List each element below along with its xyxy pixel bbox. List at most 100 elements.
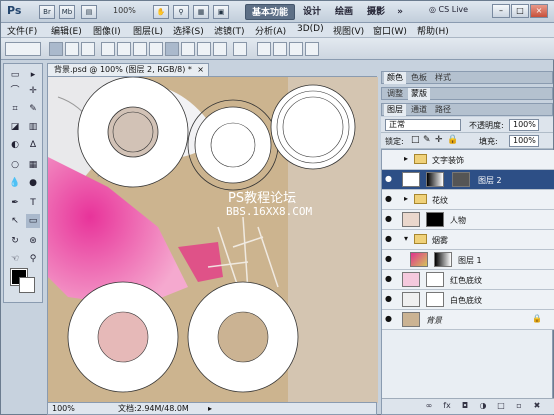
shape-tool-icon[interactable]: ▭	[26, 214, 40, 228]
adjustment-icon[interactable]: ◑	[476, 401, 490, 413]
visibility-eye-icon[interactable]: ●	[385, 175, 394, 183]
expand-icon[interactable]: ▸	[404, 194, 408, 203]
quick-select-tool-icon[interactable]: ✛	[26, 84, 40, 98]
layer-row-white-pattern[interactable]: ● 白色底纹	[382, 290, 554, 310]
path-select-tool-icon[interactable]: ↖	[8, 214, 22, 228]
eyedropper-tool-icon[interactable]: ✎	[26, 102, 40, 116]
document-tab[interactable]: 背景.psd @ 100% (图层 2, RGB/8) * ×	[47, 63, 209, 76]
new-layer-icon[interactable]: ▫	[512, 401, 526, 413]
fill-pixels-icon[interactable]	[81, 42, 95, 56]
extras-icon[interactable]: ▤	[81, 5, 97, 19]
tab-channels[interactable]: 通道	[408, 104, 430, 116]
close-button[interactable]: ×	[530, 4, 548, 18]
tool-preset-picker[interactable]	[5, 42, 41, 56]
rectangle-icon[interactable]	[133, 42, 147, 56]
3d-rotate-tool-icon[interactable]: ↻	[8, 234, 22, 248]
minibridge-button[interactable]: Mb	[59, 5, 75, 19]
dodge-tool-icon[interactable]: ●	[26, 176, 40, 190]
menu-select[interactable]: 选择(S)	[173, 24, 204, 37]
eraser-tool-icon[interactable]: ○	[8, 158, 22, 172]
cs-live-button[interactable]: ◎ CS Live	[429, 5, 468, 14]
status-arrow-icon[interactable]: ▸	[208, 403, 212, 415]
layer-row-layer2[interactable]: ● 图层 2	[382, 170, 554, 190]
workspace-essentials[interactable]: 基本功能	[245, 4, 295, 20]
paths-icon[interactable]	[65, 42, 79, 56]
history-brush-tool-icon[interactable]: ∆	[26, 138, 40, 152]
link-icon[interactable]: ∞	[422, 401, 436, 413]
lock-transparency-icon[interactable]: □	[411, 135, 420, 145]
custom-shape-icon[interactable]	[213, 42, 227, 56]
blend-mode-select[interactable]: 正常	[385, 119, 461, 131]
layer-row-background[interactable]: ● 背景 🔒	[382, 310, 554, 330]
bridge-button[interactable]: Br	[39, 5, 55, 19]
hand-icon[interactable]: ✋	[153, 5, 169, 19]
tab-paths[interactable]: 路径	[432, 104, 454, 116]
freeform-pen-icon[interactable]	[117, 42, 131, 56]
exclude-area-icon[interactable]	[305, 42, 319, 56]
expand-icon[interactable]: ▸	[404, 154, 408, 163]
geometry-options-icon[interactable]	[233, 42, 247, 56]
tab-adjustments[interactable]: 调整	[384, 88, 406, 100]
intersect-area-icon[interactable]	[289, 42, 303, 56]
move-tool-icon[interactable]: ▸	[26, 68, 40, 82]
3d-orbit-tool-icon[interactable]: ⊛	[26, 234, 40, 248]
tab-color[interactable]: 颜色	[384, 72, 406, 84]
menu-image[interactable]: 图像(I)	[93, 24, 121, 37]
trash-icon[interactable]: ✖	[530, 401, 544, 413]
zoom-icon[interactable]: ⚲	[173, 5, 189, 19]
collapse-icon[interactable]: ▾	[404, 234, 408, 243]
visibility-eye-icon[interactable]: ●	[385, 215, 394, 223]
add-to-area-icon[interactable]	[257, 42, 271, 56]
visibility-eye-icon[interactable]: ●	[385, 295, 394, 303]
fx-icon[interactable]: fx	[440, 401, 454, 413]
tab-styles[interactable]: 样式	[432, 72, 454, 84]
rounded-rect-icon[interactable]	[149, 42, 163, 56]
arrange-icon[interactable]: ▦	[193, 5, 209, 19]
background-color-swatch[interactable]	[19, 277, 35, 293]
menu-window[interactable]: 窗口(W)	[373, 24, 407, 37]
pen-tool-icon[interactable]: ✒	[8, 196, 22, 210]
layer-row-pattern[interactable]: ● ▸ 花纹	[382, 190, 554, 210]
clone-stamp-tool-icon[interactable]: ◐	[8, 138, 22, 152]
menu-file[interactable]: 文件(F)	[7, 24, 37, 37]
tab-layers[interactable]: 图层	[384, 104, 406, 116]
layer-row-text-deco[interactable]: ▸ 文字装饰	[382, 150, 554, 170]
gradient-tool-icon[interactable]: ▦	[26, 158, 40, 172]
visibility-eye-icon[interactable]: ●	[385, 255, 394, 263]
layer-row-smoke[interactable]: ● ▾ 烟雾	[382, 230, 554, 250]
zoom-dropdown[interactable]: 100%	[113, 6, 136, 15]
minimize-button[interactable]: –	[492, 4, 510, 18]
visibility-eye-icon[interactable]: ●	[385, 275, 394, 283]
type-tool-icon[interactable]: T	[26, 196, 40, 210]
screen-mode-icon[interactable]: ▣	[213, 5, 229, 19]
close-tab-icon[interactable]: ×	[197, 64, 204, 76]
lasso-tool-icon[interactable]: ⌒	[8, 84, 22, 98]
healing-tool-icon[interactable]: ◪	[8, 120, 22, 134]
menu-3d[interactable]: 3D(D)	[297, 24, 324, 34]
tab-masks[interactable]: 蒙版	[408, 88, 430, 100]
zoom-tool-icon[interactable]: ⚲	[26, 252, 40, 266]
tab-swatches[interactable]: 色板	[408, 72, 430, 84]
menu-view[interactable]: 视图(V)	[333, 24, 364, 37]
menu-analysis[interactable]: 分析(A)	[255, 24, 286, 37]
menu-filter[interactable]: 滤镜(T)	[214, 24, 245, 37]
hand-tool-icon[interactable]: ☜	[8, 252, 22, 266]
layer-row-layer1[interactable]: ● 图层 1	[382, 250, 554, 270]
layer-row-person[interactable]: ● 人物	[382, 210, 554, 230]
maximize-button[interactable]: □	[511, 4, 529, 18]
visibility-eye-icon[interactable]: ●	[385, 235, 394, 243]
menu-edit[interactable]: 编辑(E)	[51, 24, 82, 37]
brush-tool-icon[interactable]: ▥	[26, 120, 40, 134]
lock-image-icon[interactable]: ✎	[423, 135, 431, 145]
menu-layer[interactable]: 图层(L)	[133, 24, 163, 37]
mask-icon[interactable]: ◘	[458, 401, 472, 413]
fill-input[interactable]: 100%	[509, 135, 539, 147]
line-icon[interactable]	[197, 42, 211, 56]
menu-help[interactable]: 帮助(H)	[417, 24, 449, 37]
shape-layers-icon[interactable]	[49, 42, 63, 56]
layer-row-red-pattern[interactable]: ● 红色底纹	[382, 270, 554, 290]
pen-icon[interactable]	[101, 42, 115, 56]
subtract-area-icon[interactable]	[273, 42, 287, 56]
lock-position-icon[interactable]: ✛	[435, 135, 443, 145]
workspace-more[interactable]: »	[393, 4, 407, 20]
